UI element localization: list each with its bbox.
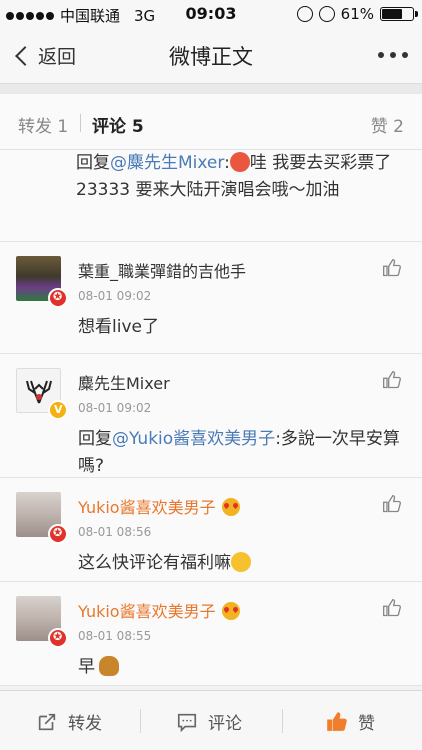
commenter-name[interactable]: 葉重_職業彈錯的吉他手 <box>78 258 246 282</box>
comment-item[interactable]: 回复@麋先生Mixer: 哇 我要去买彩票了 23333 要来大陆开演唱会哦～加油 <box>0 150 422 242</box>
comment-button[interactable]: 评论 <box>176 709 242 734</box>
repost-icon <box>38 713 56 730</box>
comment-time: 08-01 09:02 <box>78 289 152 303</box>
comment-text-part: : <box>224 153 230 173</box>
navigation-bar: 返回 微博正文 <box>0 28 422 84</box>
comment-time: 08-01 09:02 <box>78 401 152 415</box>
thumbs-up-icon[interactable] <box>382 370 402 390</box>
comment-label: 评论 <box>208 714 242 734</box>
heart-eyes-emoji-icon <box>221 602 240 620</box>
commenter-name[interactable]: 麋先生Mixer <box>78 370 170 394</box>
comment-item[interactable]: 葉重_職業彈錯的吉他手 08-01 09:02 想看live了 <box>0 242 422 354</box>
bottom-toolbar: 转发 评论 赞 <box>0 690 422 750</box>
battery-percent: 61% <box>340 5 374 23</box>
post-tabs: 转发 1 评论 5 赞 2 <box>0 94 422 150</box>
section-gap <box>0 84 422 94</box>
mention-link[interactable]: @麋先生Mixer <box>110 153 224 173</box>
comment-item[interactable]: 麋先生Mixer 08-01 09:02 回复@Yukio酱喜欢美男子:多說一次… <box>0 354 422 478</box>
comment-text: 早 <box>78 654 408 681</box>
tab-comment[interactable]: 评论 5 <box>92 112 144 137</box>
status-bar: 中国联通 3G 09:03 61% <box>0 0 422 28</box>
comment-list: 回复@麋先生Mixer: 哇 我要去买彩票了 23333 要来大陆开演唱会哦～加油… <box>0 150 422 686</box>
thumbs-up-icon <box>327 711 347 731</box>
comment-time: 08-01 08:55 <box>78 629 152 643</box>
thumbs-up-icon[interactable] <box>382 598 402 618</box>
rotation-lock-icon <box>296 6 313 22</box>
mention-link[interactable]: @Yukio酱喜欢美男子 <box>112 429 275 449</box>
poop-emoji-icon <box>99 656 119 676</box>
weibo-member-badge-icon <box>48 288 68 308</box>
comment-time: 08-01 08:56 <box>78 525 152 539</box>
repost-label: 转发 <box>68 714 102 734</box>
more-options-button[interactable] <box>378 52 408 58</box>
comment-text: 想看live了 <box>78 317 159 337</box>
weibo-member-badge-icon <box>48 628 68 648</box>
comment-icon <box>177 713 197 732</box>
battery-icon <box>380 7 418 21</box>
tab-like[interactable]: 赞 2 <box>371 112 404 137</box>
alarm-icon <box>318 6 335 22</box>
commenter-name[interactable]: Yukio酱喜欢美男子 <box>78 598 240 622</box>
comment-text: 这么快评论有福利嘛 <box>78 550 408 577</box>
repost-button[interactable]: 转发 <box>36 709 102 734</box>
reply-prefix: 回复 <box>76 153 110 173</box>
thumbs-up-icon[interactable] <box>382 258 402 278</box>
thumbs-up-icon[interactable] <box>382 494 402 514</box>
heart-eyes-emoji-icon <box>221 498 240 516</box>
comment-text: 回复@麋先生Mixer: 哇 我要去买彩票了 23333 要来大陆开演唱会哦～加油 <box>76 150 406 204</box>
emoji-icon <box>229 152 250 172</box>
comment-text: 回复@Yukio酱喜欢美男子:多說一次早安算嗎? <box>78 426 408 480</box>
comment-item[interactable]: Yukio酱喜欢美男子 08-01 08:55 早 <box>0 582 422 686</box>
deer-logo-icon <box>26 380 52 404</box>
page-title: 微博正文 <box>169 45 253 69</box>
tab-repost[interactable]: 转发 1 <box>18 112 68 137</box>
verified-badge-icon <box>48 400 68 420</box>
like-button[interactable]: 赞 <box>326 709 375 734</box>
toolbar-divider <box>140 709 141 733</box>
laughing-emoji-icon <box>231 552 251 572</box>
commenter-name[interactable]: Yukio酱喜欢美男子 <box>78 494 240 518</box>
like-label: 赞 <box>358 714 375 734</box>
weibo-member-badge-icon <box>48 524 68 544</box>
status-right: 61% <box>296 5 418 23</box>
tab-divider <box>80 114 81 132</box>
comment-item[interactable]: Yukio酱喜欢美男子 08-01 08:56 这么快评论有福利嘛 <box>0 478 422 582</box>
reply-prefix: 回复 <box>78 429 112 449</box>
toolbar-divider <box>282 709 283 733</box>
